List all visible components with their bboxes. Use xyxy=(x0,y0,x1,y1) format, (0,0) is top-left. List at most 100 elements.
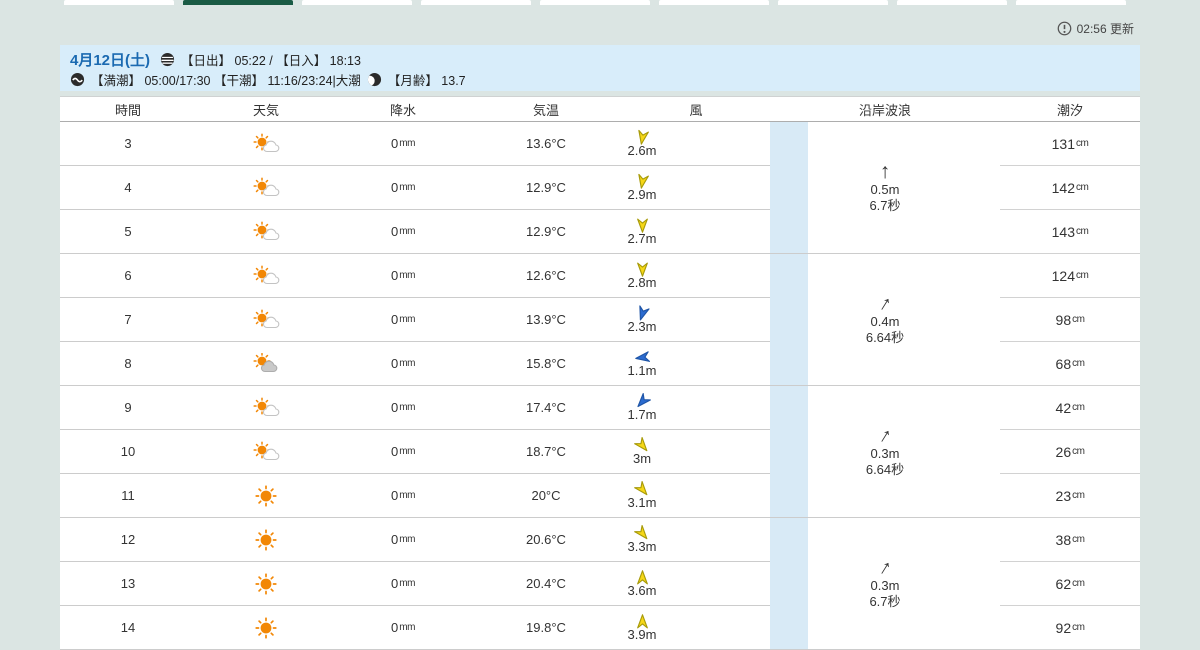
wind-cell: 3.1m xyxy=(622,474,770,517)
precip-unit: mm xyxy=(399,490,415,501)
temp-value: 12.9°C xyxy=(526,180,566,195)
header-precip: 降水 xyxy=(336,100,470,119)
weather-cell xyxy=(196,342,336,385)
tide-value: 98 xyxy=(1056,312,1072,328)
time-value: 9 xyxy=(124,400,131,415)
precip-value: 0 xyxy=(391,136,398,151)
tide-unit: cm xyxy=(1076,226,1088,237)
tide-unit: cm xyxy=(1072,446,1084,457)
precip-cell: 0mm xyxy=(336,518,470,561)
top-tab-strip xyxy=(0,0,1200,5)
time-value: 8 xyxy=(124,356,131,371)
precip-cell: 0mm xyxy=(336,474,470,517)
time-cell: 6 xyxy=(60,254,196,297)
wave-zone: ↑ 0.5m 6.7秒 ↑ 0.4m 6.64秒 ↑ 0.3m 6.64秒 ↑ … xyxy=(770,122,1000,650)
nav-tab[interactable] xyxy=(897,0,1007,5)
temp-value: 18.7°C xyxy=(526,444,566,459)
temp-cell: 19.8°C xyxy=(470,606,622,649)
time-cell: 9 xyxy=(60,386,196,429)
moon-age-text: 【月齢】 13.7 xyxy=(388,70,466,89)
nav-tab[interactable] xyxy=(540,0,650,5)
sun-graycloud-icon xyxy=(251,353,281,375)
precip-cell: 0mm xyxy=(336,298,470,341)
wind-cell: 3.6m xyxy=(622,562,770,605)
table-row: 9 0mm 17.4°C xyxy=(60,386,770,430)
sun-cloud-icon xyxy=(251,309,281,331)
weather-cell xyxy=(196,386,336,429)
table-row: 12 0mm 20.6°C 3.3m xyxy=(60,518,770,562)
time-cell: 13 xyxy=(60,562,196,605)
update-time-label: 02:56 更新 xyxy=(1077,20,1134,37)
nav-tab[interactable] xyxy=(421,0,531,5)
tide-value: 92 xyxy=(1056,620,1072,636)
table-row: 4 0mm 12.9°C xyxy=(60,166,770,210)
weather-forecast-page: 02:56 更新 4月12日(土) 【日出】 05:22 / 【日入】 18:1… xyxy=(0,0,1200,650)
temp-value: 12.6°C xyxy=(526,268,566,283)
nav-tab[interactable] xyxy=(302,0,412,5)
tide-unit: cm xyxy=(1076,270,1088,281)
wind-cell: 1.7m xyxy=(622,386,770,429)
coastal-wave-group: ↑ 0.5m 6.7秒 xyxy=(770,122,1000,254)
time-cell: 8 xyxy=(60,342,196,385)
precip-cell: 0mm xyxy=(336,122,470,165)
precip-unit: mm xyxy=(399,402,415,413)
temp-cell: 12.9°C xyxy=(470,166,622,209)
temp-cell: 15.8°C xyxy=(470,342,622,385)
precip-cell: 0mm xyxy=(336,254,470,297)
temp-value: 12.9°C xyxy=(526,224,566,239)
precip-cell: 0mm xyxy=(336,562,470,605)
time-value: 12 xyxy=(121,532,135,547)
precip-cell: 0mm xyxy=(336,606,470,649)
tide-wave-icon xyxy=(70,72,85,87)
time-value: 13 xyxy=(121,576,135,591)
precip-value: 0 xyxy=(391,444,398,459)
precip-value: 0 xyxy=(391,576,398,591)
weather-cell xyxy=(196,210,336,253)
temp-cell: 18.7°C xyxy=(470,430,622,473)
weather-cell xyxy=(196,298,336,341)
tide-cell: 131cm xyxy=(1000,122,1140,166)
time-value: 5 xyxy=(124,224,131,239)
precip-value: 0 xyxy=(391,180,398,195)
weather-cell xyxy=(196,122,336,165)
tide-unit: cm xyxy=(1072,534,1084,545)
nav-tab[interactable] xyxy=(1016,0,1126,5)
date-label: 4月12日(土) xyxy=(70,49,150,70)
nav-tab[interactable] xyxy=(778,0,888,5)
precip-unit: mm xyxy=(399,138,415,149)
table-row: 5 0mm 12.9°C xyxy=(60,210,770,254)
sunny-icon xyxy=(251,485,281,507)
temp-value: 13.6°C xyxy=(526,136,566,151)
precip-cell: 0mm xyxy=(336,430,470,473)
nav-tab[interactable] xyxy=(64,0,174,5)
tide-cell: 143cm xyxy=(1000,210,1140,254)
temp-cell: 20.6°C xyxy=(470,518,622,561)
wave-height: 0.3m xyxy=(871,578,900,594)
temp-cell: 12.9°C xyxy=(470,210,622,253)
date-header-band: 4月12日(土) 【日出】 05:22 / 【日入】 18:13 【満潮】 05… xyxy=(60,45,1140,91)
wind-cell: 2.7m xyxy=(622,210,770,253)
header-wind: 風 xyxy=(622,100,770,119)
sun-cloud-icon xyxy=(251,441,281,463)
precip-cell: 0mm xyxy=(336,166,470,209)
table-row: 11 0mm 20°C 3.1m xyxy=(60,474,770,518)
temp-value: 19.8°C xyxy=(526,620,566,635)
time-value: 3 xyxy=(124,136,131,151)
weather-cell xyxy=(196,254,336,297)
tide-cell: 92cm xyxy=(1000,606,1140,650)
temp-cell: 17.4°C xyxy=(470,386,622,429)
tide-value: 124 xyxy=(1052,268,1075,284)
wave-height: 0.4m xyxy=(871,314,900,330)
table-body: 3 0mm 13.6°C xyxy=(60,122,1140,650)
time-value: 6 xyxy=(124,268,131,283)
tide-value: 62 xyxy=(1056,576,1072,592)
precip-value: 0 xyxy=(391,312,398,327)
sunrise-sunset-text: 【日出】 05:22 / 【日入】 18:13 xyxy=(181,50,361,69)
coastal-wave-group: ↑ 0.4m 6.64秒 xyxy=(770,254,1000,386)
nav-tab[interactable] xyxy=(659,0,769,5)
tide-cell: 68cm xyxy=(1000,342,1140,386)
wind-direction-arrow-icon xyxy=(634,569,651,586)
nav-tab-active[interactable] xyxy=(183,0,293,5)
tide-cell: 23cm xyxy=(1000,474,1140,518)
hourly-forecast-table: 時間 天気 降水 気温 風 沿岸波浪 潮汐 3 xyxy=(60,96,1140,650)
